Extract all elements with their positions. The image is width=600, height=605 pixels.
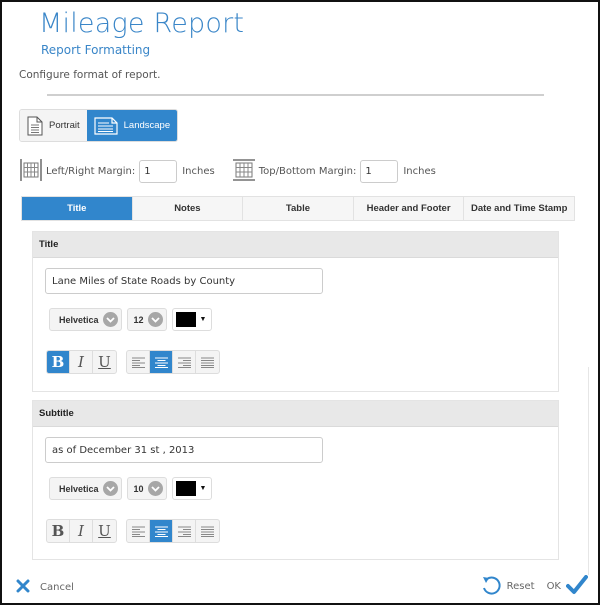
title-font-controls: Helvetica 12 ▼ [49,308,213,331]
header-divider [47,94,544,96]
title-text-input[interactable] [45,268,323,294]
landscape-page-icon [94,116,118,135]
landscape-label: Landscape [123,120,171,131]
tab-notes[interactable]: Notes [133,197,244,220]
reset-label: Reset [506,581,535,592]
subtitle-section: Subtitle Helvetica 10 ▼ B [32,400,559,560]
subtitle-text-input[interactable] [45,437,323,463]
tab-header-and-footer[interactable]: Header and Footer [354,197,465,220]
portrait-label: Portrait [49,120,80,131]
subtitle-font-controls: Helvetica 10 ▼ [49,477,213,500]
align-justify-icon [201,526,214,537]
portrait-button[interactable]: Portrait [20,110,87,141]
title-color-swatch [175,312,196,327]
caret-down-icon: ▼ [199,485,207,492]
subtitle-align-left-button[interactable] [127,520,150,542]
checkmark-icon [566,575,588,598]
subtitle-align-justify-button[interactable] [196,520,219,542]
landscape-button[interactable]: Landscape [86,110,178,141]
format-tabs: Title Notes Table Header and Footer Date… [21,196,575,221]
portrait-page-icon [27,116,43,136]
top-bottom-margin-unit: Inches [403,166,436,177]
subtitle-style-controls: B I U [46,519,220,543]
align-center-icon [154,357,168,368]
subtitle-color-swatch [175,481,196,496]
margins-row: Left/Right Margin: Inches Top/Bottom Mar… [20,159,454,184]
subtitle-font-value: Helvetica [59,483,99,494]
tab-table[interactable]: Table [243,197,354,220]
cancel-label: Cancel [40,582,74,593]
ok-button[interactable]: OK [547,575,588,598]
title-size-select[interactable]: 12 [126,308,167,331]
subtitle-alignment-group [126,519,220,543]
chevron-down-icon [102,312,118,327]
vertical-margin-icon [232,159,255,184]
orientation-toggle: Portrait Landscape [19,109,179,142]
page-title: Mileage Report [39,8,245,39]
title-section: Title Helvetica 12 ▼ B I [32,231,559,392]
title-font-value: Helvetica [59,314,99,325]
subtitle-align-right-button[interactable] [173,520,196,542]
align-left-icon [131,526,145,537]
tab-date-and-time-stamp[interactable]: Date and Time Stamp [464,197,574,220]
subtitle-size-value: 10 [133,483,144,494]
top-bottom-margin-label: Top/Bottom Margin: [258,166,357,177]
align-left-icon [131,357,145,368]
footer-actions: Reset OK [480,574,588,599]
title-align-left-button[interactable] [127,351,150,373]
subtitle-underline-button[interactable]: U [93,520,116,542]
title-align-center-button[interactable] [150,351,173,373]
subtitle-bold-button[interactable]: B [47,520,70,542]
title-bold-button[interactable]: B [47,351,70,373]
reset-icon [480,574,502,599]
subtitle-font-select[interactable]: Helvetica [49,477,122,500]
top-bottom-margin-input[interactable] [360,160,399,183]
page-subtitle: Report Formatting [41,43,151,57]
subtitle-text-style-group: B I U [46,519,117,543]
subtitle-align-center-button[interactable] [150,520,173,542]
cancel-button[interactable]: Cancel [16,579,74,596]
subtitle-size-select[interactable]: 10 [126,477,167,500]
align-center-icon [154,526,168,537]
horizontal-margin-icon [20,159,42,184]
caret-down-icon: ▼ [199,316,207,323]
chevron-down-icon [147,312,163,327]
title-align-justify-button[interactable] [196,351,219,373]
chevron-down-icon [147,481,163,496]
align-right-icon [177,357,191,368]
subtitle-italic-button[interactable]: I [70,520,93,542]
title-italic-button[interactable]: I [70,351,93,373]
left-right-margin-label: Left/Right Margin: [46,166,136,177]
scroll-track [588,367,589,575]
left-right-margin-unit: Inches [182,166,215,177]
title-text-style-group: B I U [46,350,117,374]
reset-button[interactable]: Reset [480,574,535,599]
ok-label: OK [546,581,561,592]
subtitle-section-heading: Subtitle [33,401,558,427]
title-align-right-button[interactable] [173,351,196,373]
left-right-margin-input[interactable] [139,160,178,183]
title-style-controls: B I U [46,350,220,374]
tab-title[interactable]: Title [22,197,133,220]
page-description: Configure format of report. [19,69,161,81]
chevron-down-icon [102,481,118,496]
dialog-frame: Mileage Report Report Formatting Configu… [0,0,600,605]
title-size-value: 12 [133,314,144,325]
title-alignment-group [126,350,220,374]
close-icon [16,579,30,596]
align-right-icon [177,526,191,537]
title-color-picker[interactable]: ▼ [171,308,213,331]
title-section-heading: Title [33,232,558,258]
subtitle-color-picker[interactable]: ▼ [171,477,213,500]
title-underline-button[interactable]: U [93,351,116,373]
title-font-select[interactable]: Helvetica [49,308,122,331]
align-justify-icon [201,357,214,368]
